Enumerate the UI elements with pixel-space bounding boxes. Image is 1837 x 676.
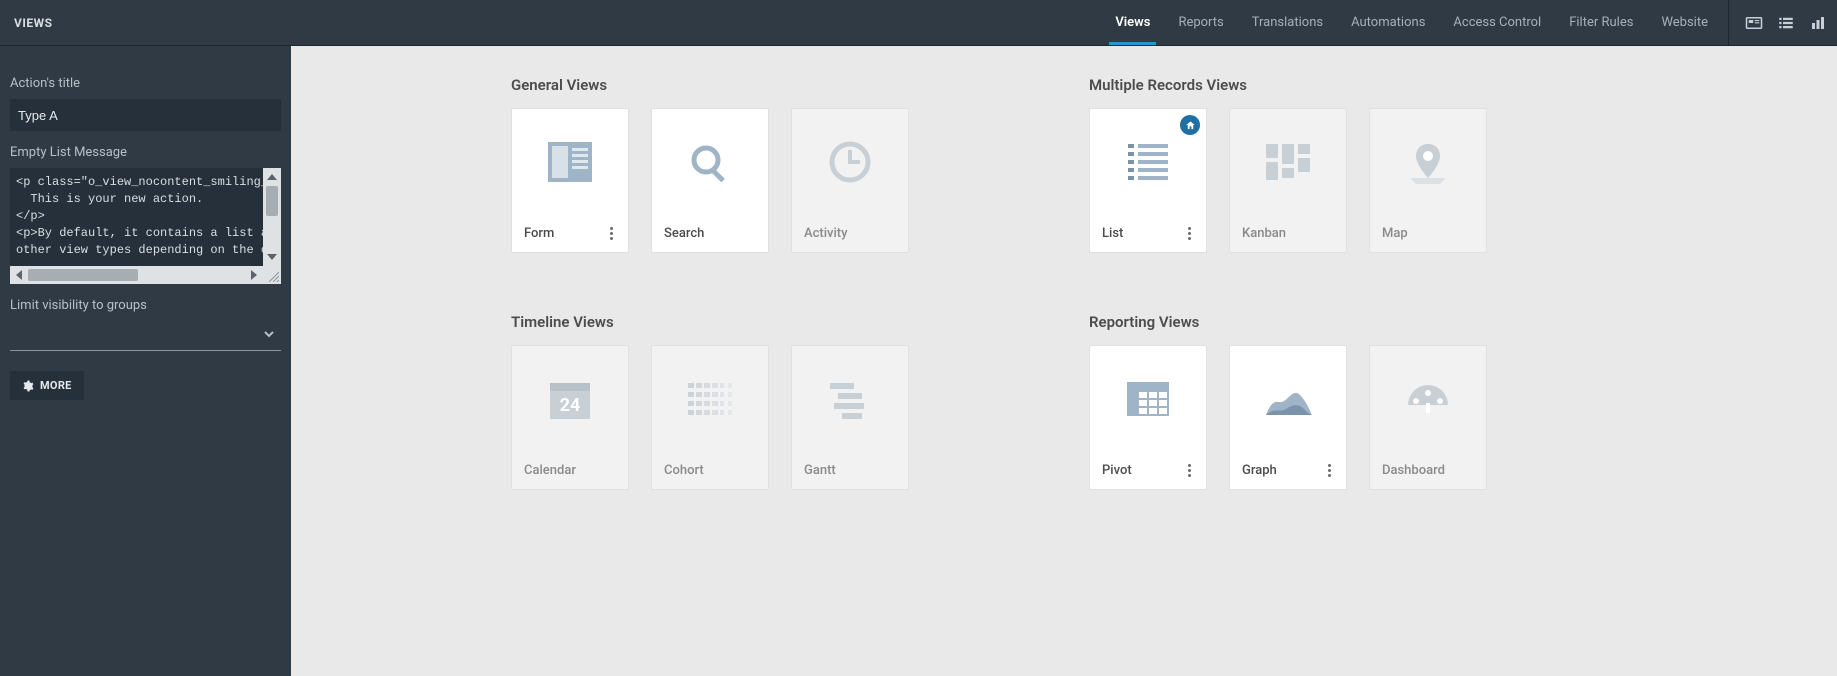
view-card-label: Calendar (524, 463, 576, 478)
scrollbar-vertical[interactable] (263, 168, 281, 266)
kebab-menu-icon[interactable] (1182, 227, 1196, 240)
search-icon (682, 138, 738, 186)
view-card-list[interactable]: List (1089, 108, 1207, 253)
gantt-icon (822, 375, 878, 423)
groups-label: Limit visibility to groups (10, 298, 281, 313)
view-card-label: Activity (804, 226, 848, 241)
gear-icon (22, 380, 34, 392)
view-card-activity: Activity (791, 108, 909, 253)
scroll-down-icon[interactable] (263, 248, 281, 266)
map-icon (1400, 138, 1456, 186)
card-view-icon[interactable] (1745, 14, 1763, 32)
view-card-label: List (1102, 226, 1123, 241)
scroll-thumb-horizontal[interactable] (28, 269, 138, 281)
action-title-input[interactable] (10, 99, 281, 131)
view-card-map: Map (1369, 108, 1487, 253)
calendar-icon: 24 (542, 375, 598, 423)
dashboard-icon (1400, 375, 1456, 423)
view-card-pivot[interactable]: Pivot (1089, 345, 1207, 490)
view-card-label: Kanban (1242, 226, 1286, 241)
list-view-icon[interactable] (1777, 14, 1795, 32)
resize-handle[interactable] (263, 266, 281, 284)
view-card-label: Map (1382, 226, 1408, 241)
scroll-up-icon[interactable] (263, 168, 281, 186)
topbar-view-switcher (1735, 0, 1837, 45)
view-card-label: Search (664, 226, 704, 241)
content-area: General Views Form Search Activity Timeline … (291, 46, 1837, 676)
view-card-label: Cohort (664, 463, 704, 478)
tab-filter-rules[interactable]: Filter Rules (1555, 0, 1647, 45)
view-card-dashboard: Dashboard (1369, 345, 1487, 490)
tab-translations[interactable]: Translations (1238, 0, 1337, 45)
chart-view-icon[interactable] (1809, 14, 1827, 32)
topbar: VIEWS ViewsReportsTranslationsAutomation… (0, 0, 1837, 46)
scroll-left-icon[interactable] (10, 266, 28, 284)
chevron-down-icon (263, 328, 275, 344)
more-button[interactable]: MORE (10, 371, 84, 400)
topbar-tabs: ViewsReportsTranslationsAutomationsAcces… (1101, 0, 1722, 45)
scroll-thumb-vertical[interactable] (266, 186, 278, 216)
section-title: Reporting Views (1089, 313, 1487, 331)
view-card-cohort: Cohort (651, 345, 769, 490)
form-icon (542, 138, 598, 186)
view-card-gantt: Gantt (791, 345, 909, 490)
graph-icon (1260, 375, 1316, 423)
tab-website[interactable]: Website (1647, 0, 1722, 45)
view-card-label: Gantt (804, 463, 836, 478)
view-card-form[interactable]: Form (511, 108, 629, 253)
kanban-icon (1260, 138, 1316, 186)
tab-access-control[interactable]: Access Control (1439, 0, 1555, 45)
empty-list-textarea[interactable]: <p class="o_view_nocontent_smiling_face"… (10, 168, 263, 266)
more-button-label: MORE (40, 379, 72, 392)
topbar-title: VIEWS (0, 0, 67, 45)
section-title: Multiple Records Views (1089, 76, 1487, 94)
scrollbar-horizontal[interactable] (10, 266, 263, 284)
sidebar: Action's title Empty List Message <p cla… (0, 46, 291, 676)
view-card-search[interactable]: Search (651, 108, 769, 253)
tab-automations[interactable]: Automations (1337, 0, 1439, 45)
section-title: Timeline Views (511, 313, 909, 331)
view-card-label: Form (524, 226, 554, 241)
view-card-label: Dashboard (1382, 463, 1445, 478)
section-title: General Views (511, 76, 909, 94)
tab-views[interactable]: Views (1101, 0, 1164, 45)
svg-text:24: 24 (560, 395, 581, 416)
tab-reports[interactable]: Reports (1164, 0, 1237, 45)
kebab-menu-icon[interactable] (604, 227, 618, 240)
view-card-graph[interactable]: Graph (1229, 345, 1347, 490)
empty-list-label: Empty List Message (10, 145, 281, 160)
pivot-icon (1120, 375, 1176, 423)
kebab-menu-icon[interactable] (1182, 464, 1196, 477)
scroll-right-icon[interactable] (245, 266, 263, 284)
view-card-calendar: 24 Calendar (511, 345, 629, 490)
activity-icon (822, 138, 878, 186)
view-card-kanban: Kanban (1229, 108, 1347, 253)
empty-list-editor: <p class="o_view_nocontent_smiling_face"… (10, 168, 281, 284)
action-title-label: Action's title (10, 76, 281, 91)
list-icon (1120, 138, 1176, 186)
view-card-label: Graph (1242, 463, 1277, 478)
home-badge-icon (1180, 115, 1200, 135)
view-card-label: Pivot (1102, 463, 1132, 478)
cohort-icon (682, 375, 738, 423)
kebab-menu-icon[interactable] (1322, 464, 1336, 477)
groups-select[interactable] (10, 321, 281, 351)
